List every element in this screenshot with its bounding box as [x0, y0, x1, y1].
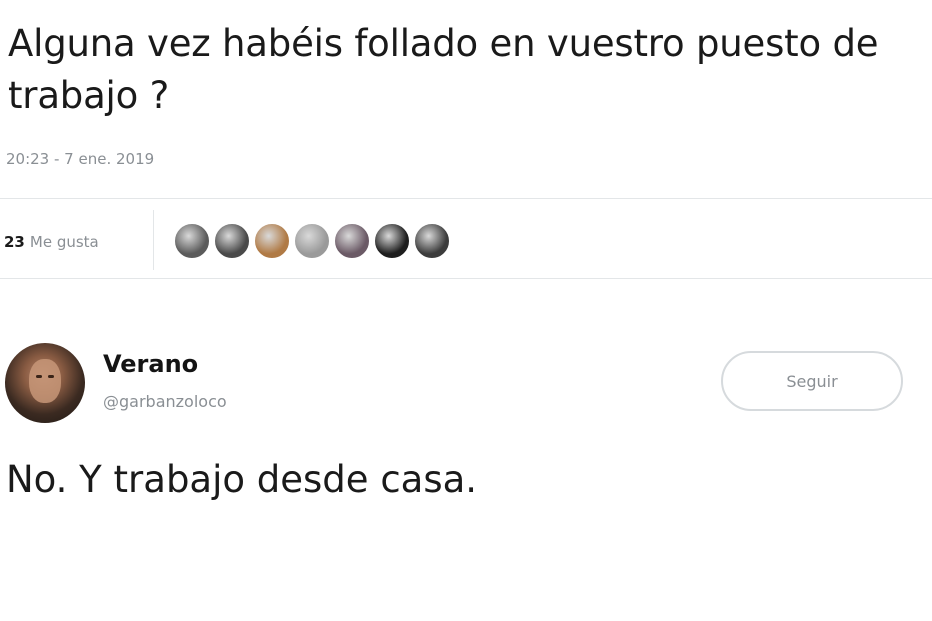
avatar-face [29, 359, 61, 403]
reply-text: No. Y trabajo desde casa. [6, 458, 478, 501]
follow-button[interactable]: Seguir [721, 351, 903, 411]
user-name[interactable]: Verano [103, 350, 198, 378]
avatar-eye-right [48, 375, 54, 378]
liker-avatars [173, 222, 451, 260]
avatar[interactable] [5, 343, 85, 423]
likes-separator [153, 210, 154, 270]
liker-avatar-2[interactable] [213, 222, 251, 260]
likes-row[interactable]: 23 Me gusta [4, 222, 99, 262]
likes-count: 23 [4, 233, 25, 251]
liker-avatar-7[interactable] [413, 222, 451, 260]
liker-avatar-1[interactable] [173, 222, 211, 260]
liker-avatar-5[interactable] [333, 222, 371, 260]
avatar-eye-left [36, 375, 42, 378]
tweet-text: Alguna vez habéis follado en vuestro pue… [8, 22, 879, 117]
liker-avatar-6[interactable] [373, 222, 411, 260]
liker-avatar-3[interactable] [253, 222, 291, 260]
divider-top [0, 198, 932, 199]
liker-avatar-4[interactable] [293, 222, 331, 260]
tweet-timestamp[interactable]: 20:23 - 7 ene. 2019 [6, 150, 154, 168]
likes-label: Me gusta [29, 233, 99, 251]
user-handle[interactable]: @garbanzoloco [103, 392, 227, 411]
divider-bottom [0, 278, 932, 279]
